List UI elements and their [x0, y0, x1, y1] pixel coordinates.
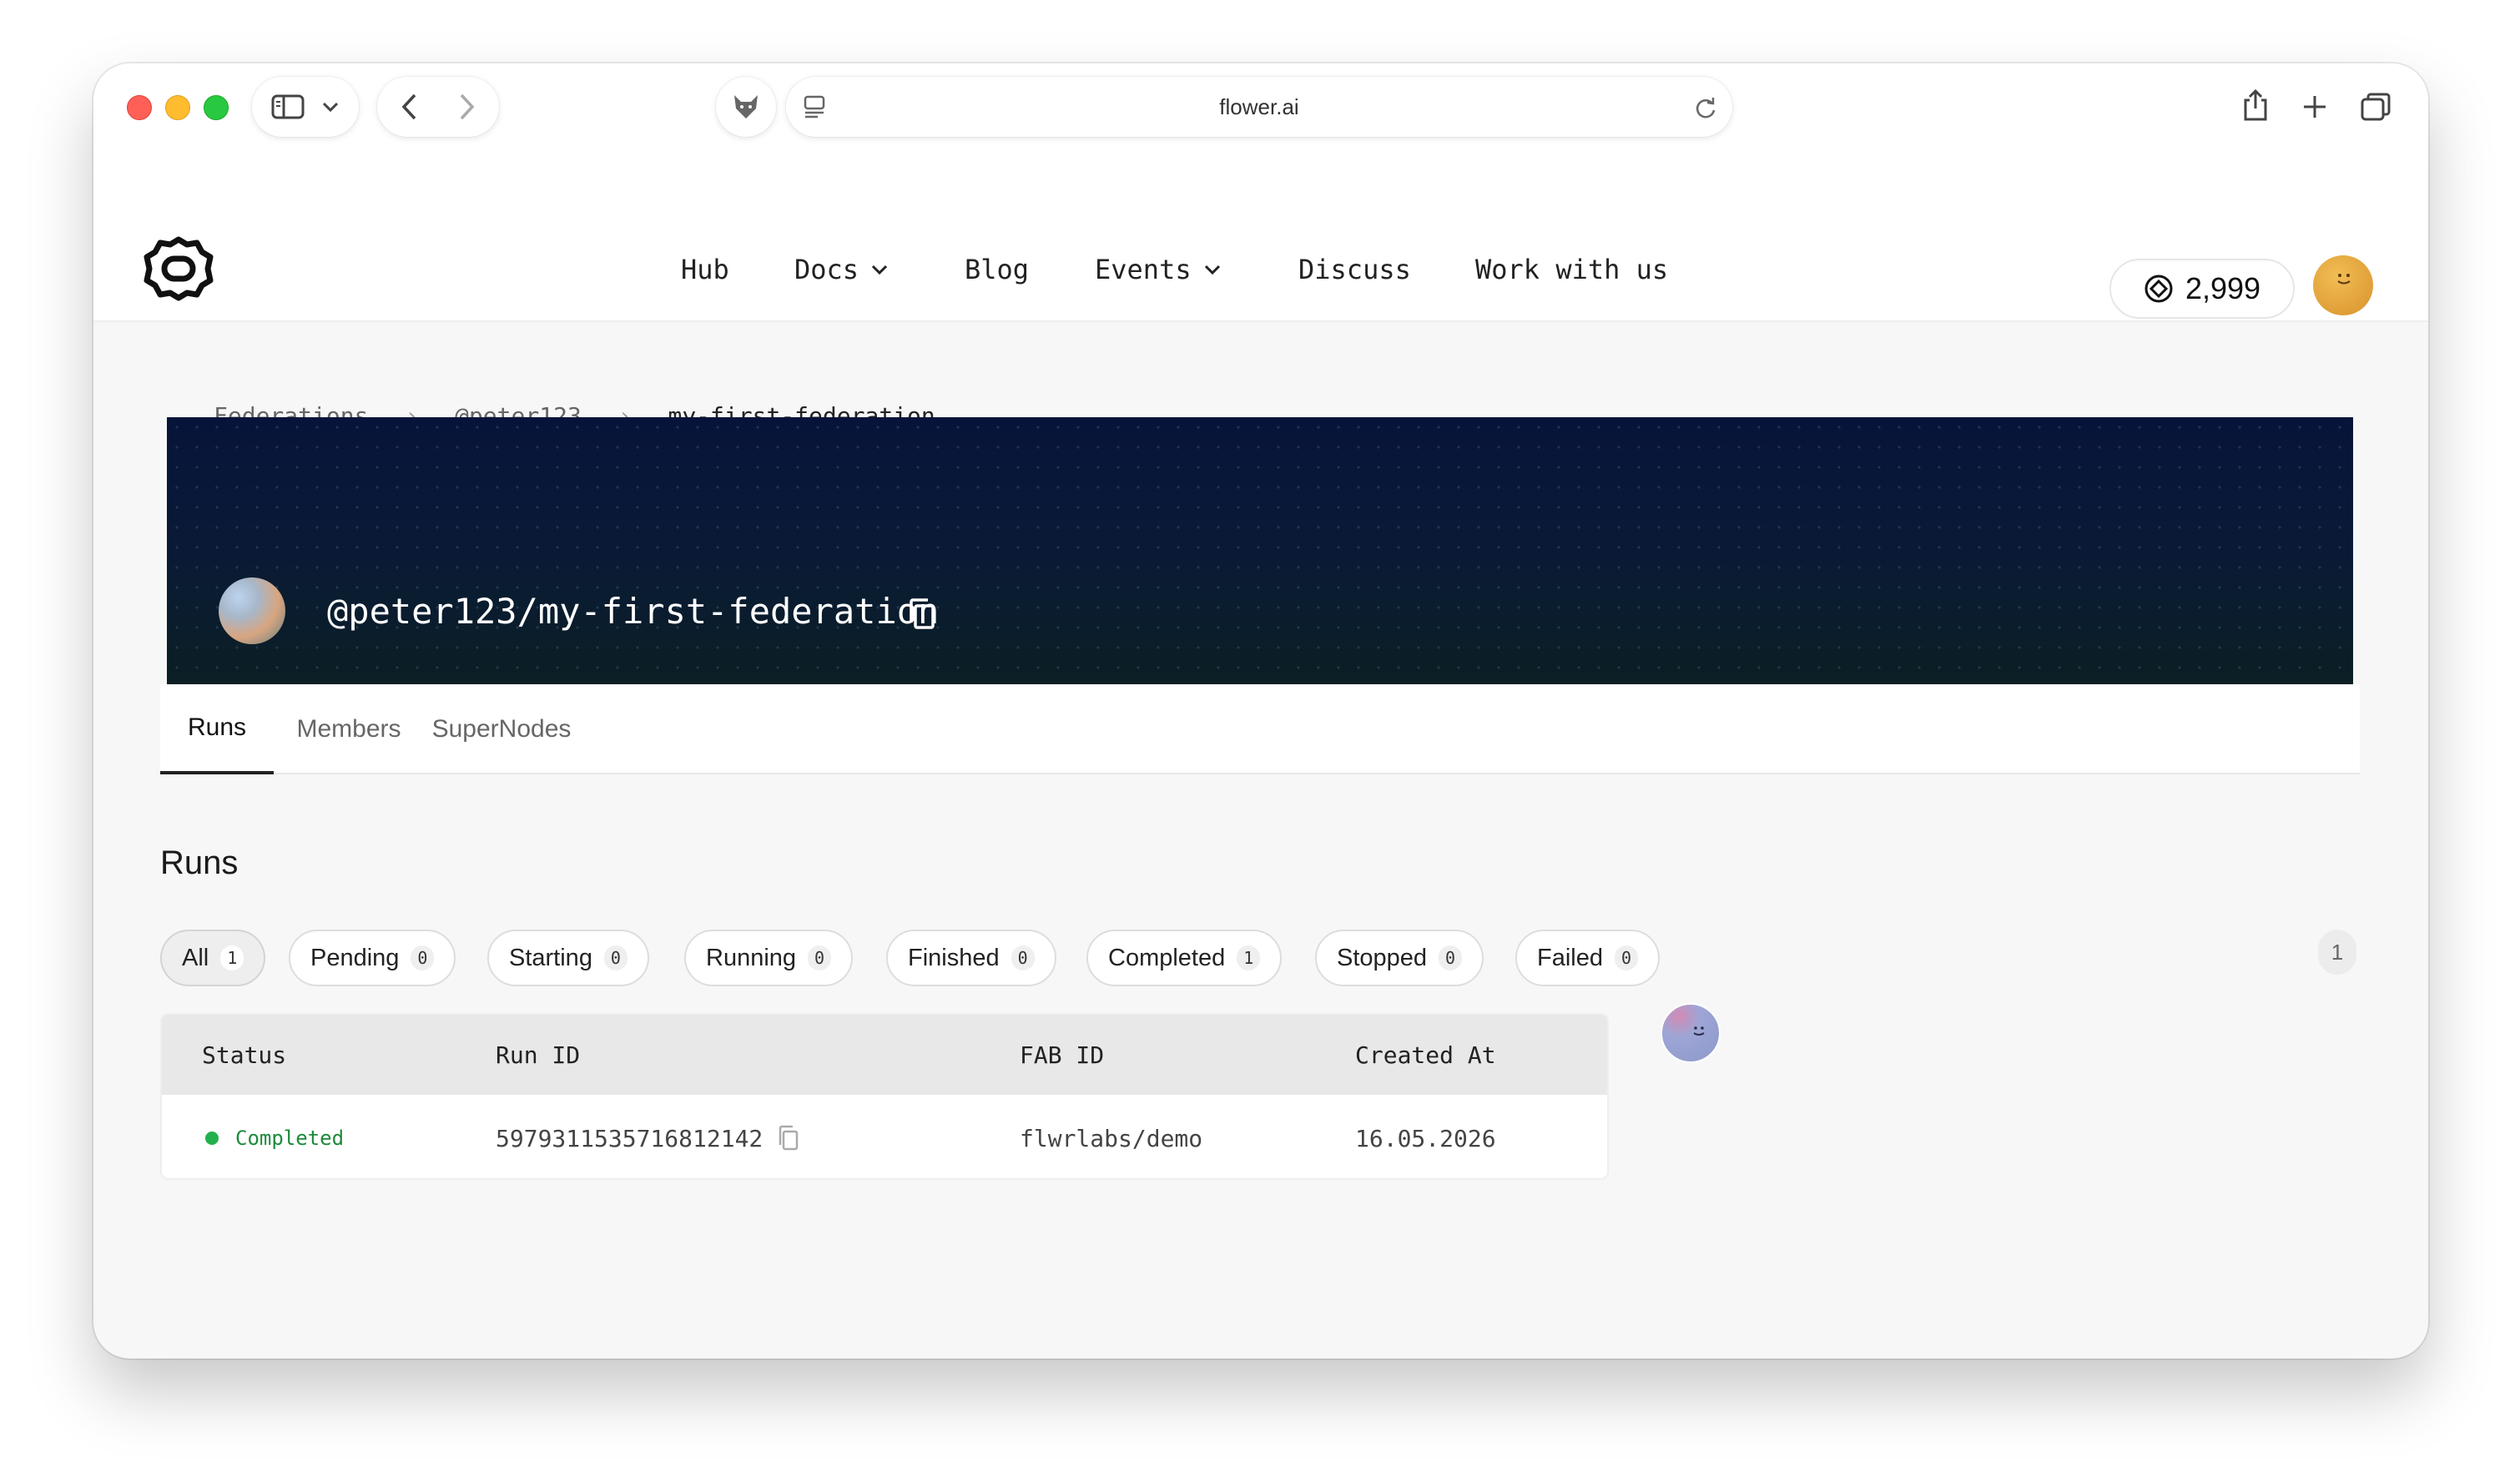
column-fab-id[interactable]: FAB ID [1020, 1015, 1104, 1095]
tab-members[interactable]: Members [295, 684, 402, 774]
filter-completed[interactable]: Completed 1 [1086, 930, 1283, 986]
tabs-overview-icon[interactable] [2360, 92, 2391, 122]
page-indicator[interactable]: 1 [2318, 930, 2356, 975]
table-header: Status Run ID FAB ID Created At [162, 1015, 1607, 1095]
federation-banner: @peter123/my-first-federation [167, 417, 2353, 684]
nav-blog[interactable]: Blog [965, 254, 1029, 285]
fab-id: flwrlabs/demo [1020, 1124, 1203, 1152]
minimize-window-button[interactable] [165, 95, 190, 120]
address-bar[interactable]: flower.ai [786, 77, 1732, 137]
nav-discuss-label: Discuss [1298, 254, 1411, 285]
filter-failed[interactable]: Failed 0 [1515, 930, 1660, 986]
status-dot [205, 1132, 219, 1145]
sidebar-icon[interactable] [271, 93, 305, 120]
filter-pending[interactable]: Pending 0 [289, 930, 456, 986]
filter-stopped[interactable]: Stopped 0 [1315, 930, 1484, 986]
fox-icon [734, 95, 758, 118]
floating-avatar[interactable] [1661, 1003, 1721, 1063]
filter-all[interactable]: All 1 [160, 930, 266, 986]
filter-label: Finished [908, 944, 1000, 971]
smile-icon [1693, 1026, 1705, 1036]
chevron-down-icon [1204, 265, 1220, 275]
credits-badge[interactable]: 2,999 [2109, 259, 2295, 319]
browser-toolbar: flower.ai [93, 63, 2428, 150]
nav-docs-label: Docs [794, 254, 859, 285]
new-tab-icon[interactable] [2301, 93, 2328, 120]
close-window-button[interactable] [127, 95, 152, 120]
filter-count: 1 [1237, 945, 1261, 970]
federation-avatar [219, 577, 285, 644]
browser-window: flower.ai Hub Docs Blog Events Discuss W… [93, 63, 2428, 1358]
column-status[interactable]: Status [202, 1015, 286, 1095]
federation-tabs: Runs Members SuperNodes [160, 684, 2360, 774]
sidebar-toggle-group[interactable] [252, 77, 359, 137]
nav-hub-label: Hub [681, 254, 729, 285]
nav-work-with-us[interactable]: Work with us [1475, 254, 1668, 285]
copy-icon[interactable] [908, 597, 936, 631]
filter-label: Running [706, 944, 797, 971]
federation-title: @peter123/my-first-federation [327, 591, 940, 632]
back-icon[interactable] [401, 93, 419, 121]
nav-hub[interactable]: Hub [681, 254, 729, 285]
created-at: 16.05.2026 [1355, 1124, 1496, 1152]
nav-work-with-us-label: Work with us [1475, 254, 1669, 285]
nav-events[interactable]: Events [1095, 254, 1222, 285]
run-id-cell: 5979311535716812142 [496, 1095, 799, 1178]
copy-icon[interactable] [778, 1125, 799, 1152]
forward-icon[interactable] [457, 93, 476, 121]
filter-label: Failed [1537, 944, 1603, 971]
filter-starting[interactable]: Starting 0 [487, 930, 649, 986]
filter-count: 1 [220, 945, 244, 970]
run-status: Completed [205, 1095, 345, 1178]
smile-icon [2337, 274, 2351, 285]
tab-runs[interactable]: Runs [160, 684, 274, 774]
column-run-id[interactable]: Run ID [496, 1015, 580, 1095]
filter-finished[interactable]: Finished 0 [886, 930, 1056, 986]
nav-docs[interactable]: Docs [794, 254, 889, 285]
runs-heading: Runs [160, 844, 239, 881]
filter-count: 0 [603, 945, 627, 970]
filter-label: Stopped [1337, 944, 1428, 971]
url-text: flower.ai [1219, 93, 1299, 119]
maximize-window-button[interactable] [204, 95, 229, 120]
run-id: 5979311535716812142 [496, 1124, 764, 1152]
nav-blog-label: Blog [965, 254, 1030, 285]
nav-events-label: Events [1095, 254, 1192, 285]
filter-label: Completed [1108, 944, 1226, 971]
filter-count: 0 [1439, 945, 1463, 970]
runs-table: Status Run ID FAB ID Created At Complete… [160, 1013, 1609, 1180]
share-icon[interactable] [2241, 88, 2270, 122]
credits-icon [2145, 275, 2173, 303]
extension-button[interactable] [716, 77, 776, 137]
chevron-down-icon [872, 265, 888, 275]
filter-label: Starting [509, 944, 592, 971]
tab-supernodes[interactable]: SuperNodes [422, 684, 581, 774]
filter-count: 0 [411, 945, 435, 970]
status-text: Completed [235, 1127, 345, 1150]
chevron-down-icon[interactable] [321, 101, 340, 113]
filter-count: 0 [1615, 945, 1638, 970]
history-nav-group [377, 77, 499, 137]
column-created-at[interactable]: Created At [1355, 1015, 1496, 1095]
filter-label: All [182, 944, 209, 971]
credits-value: 2,999 [2185, 271, 2261, 305]
flower-logo-icon[interactable] [144, 234, 214, 304]
reload-icon[interactable] [1694, 95, 1717, 120]
filter-label: Pending [310, 944, 400, 971]
site-header: Hub Docs Blog Events Discuss Work with u… [93, 150, 2428, 322]
filter-count: 0 [808, 945, 832, 970]
filter-running[interactable]: Running 0 [684, 930, 854, 986]
user-avatar[interactable] [2313, 255, 2373, 315]
filter-count: 0 [1011, 945, 1035, 970]
nav-discuss[interactable]: Discuss [1298, 254, 1411, 285]
